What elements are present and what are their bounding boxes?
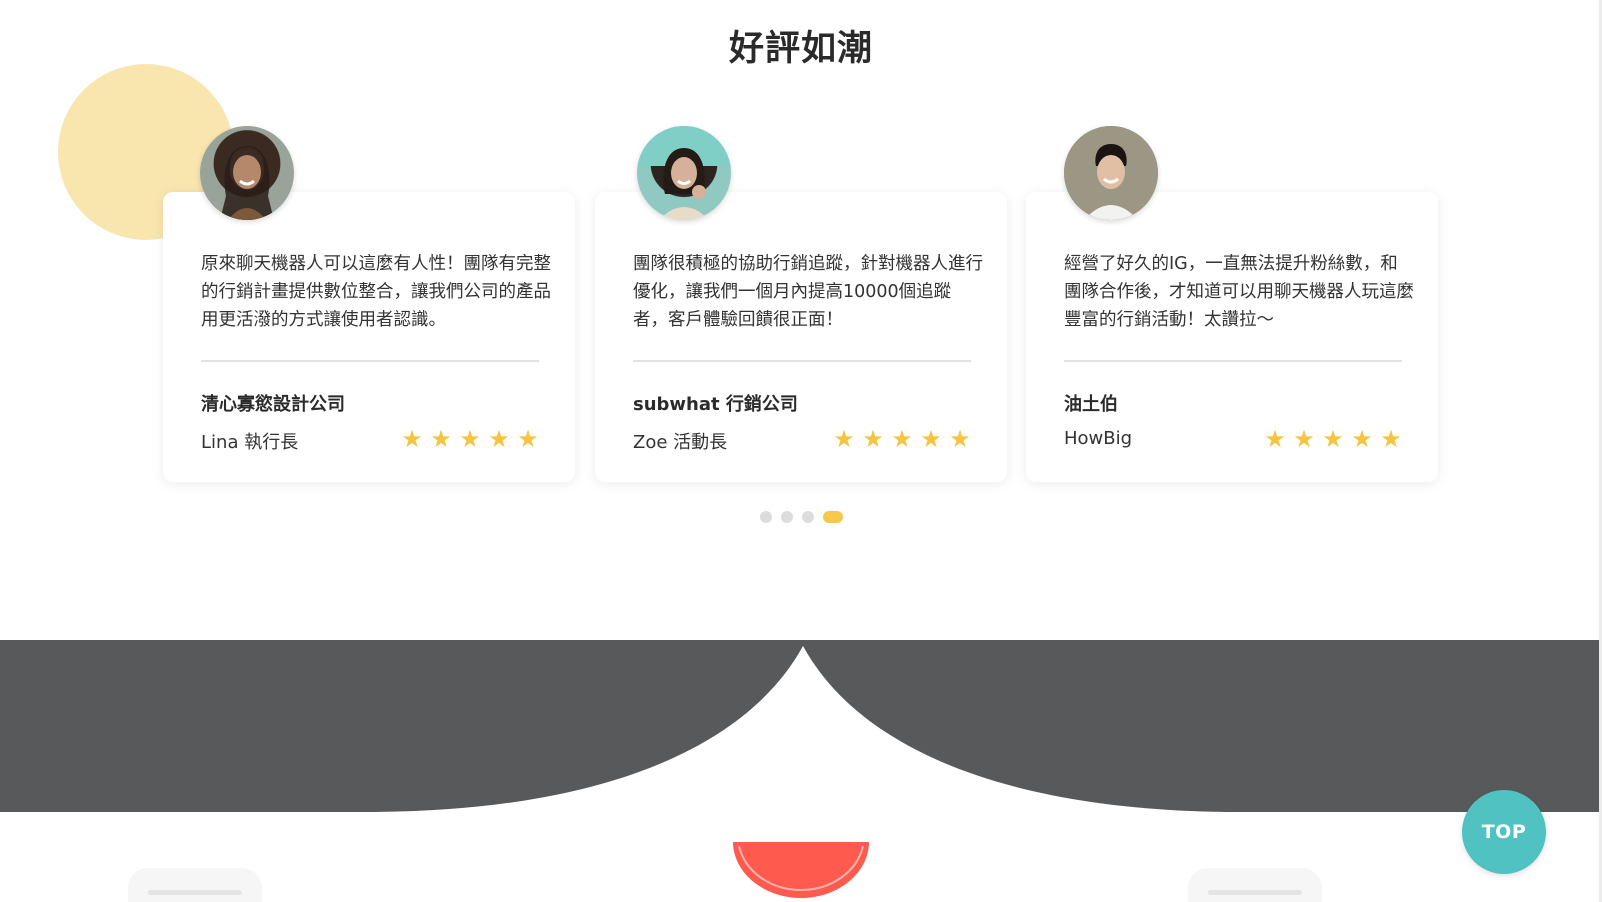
star-icon: ★ — [949, 425, 971, 453]
testimonial-card: 團隊很積極的協助行銷追蹤，針對機器人進行優化，讓我們一個月內提高10000個追蹤… — [595, 192, 1007, 482]
star-icon: ★ — [1322, 425, 1344, 453]
partial-card — [1188, 868, 1322, 902]
placeholder-bar — [148, 890, 242, 895]
carousel-pagination — [0, 511, 1602, 523]
testimonial-quote: 團隊很積極的協助行銷追蹤，針對機器人進行優化，讓我們一個月內提高10000個追蹤… — [633, 254, 983, 330]
star-icon: ★ — [459, 425, 481, 453]
carousel-dot[interactable] — [780, 511, 793, 523]
divider — [1064, 360, 1402, 362]
page: 好評如潮 原來聊天機器人可以這麼有人性！團隊有完整的行銷計畫提供數位整合，讓我們… — [0, 0, 1602, 902]
star-icon: ★ — [1351, 425, 1373, 453]
back-to-top-button[interactable]: TOP — [1462, 790, 1546, 874]
testimonial-person: Lina 執行長 — [201, 432, 299, 453]
section-title: 好評如潮 — [728, 29, 873, 69]
avatar — [637, 126, 731, 220]
testimonial-person: Zoe 活動長 — [633, 432, 728, 453]
dark-wave-band — [0, 640, 1602, 812]
placeholder-bar — [1208, 890, 1302, 895]
carousel-dot[interactable] — [759, 511, 772, 523]
avatar — [200, 126, 294, 220]
rating-stars: ★ ★ ★ ★ ★ — [833, 425, 971, 453]
avatar — [1064, 126, 1158, 220]
rating-stars: ★ ★ ★ ★ ★ — [401, 425, 539, 453]
carousel-dot[interactable] — [822, 511, 843, 523]
testimonial-quote: 經營了好久的IG，一直無法提升粉絲數，和團隊合作後，才知道可以用聊天機器人玩這麼… — [1064, 254, 1414, 330]
star-icon: ★ — [862, 425, 884, 453]
testimonial-company: subwhat 行銷公司 — [633, 394, 798, 415]
testimonial-person: HowBig — [1064, 428, 1133, 449]
star-icon: ★ — [430, 425, 452, 453]
rating-stars: ★ ★ ★ ★ ★ — [1264, 425, 1402, 453]
star-icon: ★ — [1380, 425, 1402, 453]
divider — [633, 360, 971, 362]
testimonial-card: 原來聊天機器人可以這麼有人性！團隊有完整的行銷計畫提供數位整合，讓我們公司的產品… — [163, 192, 575, 482]
divider — [201, 360, 539, 362]
partial-card — [128, 868, 262, 902]
star-icon: ★ — [517, 425, 539, 453]
star-icon: ★ — [1264, 425, 1286, 453]
testimonial-company: 清心寡慾設計公司 — [201, 394, 345, 415]
star-icon: ★ — [833, 425, 855, 453]
star-icon: ★ — [401, 425, 423, 453]
red-half-circle — [733, 842, 869, 898]
testimonial-quote: 原來聊天機器人可以這麼有人性！團隊有完整的行銷計畫提供數位整合，讓我們公司的產品… — [201, 254, 551, 330]
testimonial-company: 油土伯 — [1064, 394, 1118, 415]
testimonial-card: 經營了好久的IG，一直無法提升粉絲數，和團隊合作後，才知道可以用聊天機器人玩這麼… — [1026, 192, 1438, 482]
star-icon: ★ — [1293, 425, 1315, 453]
star-icon: ★ — [920, 425, 942, 453]
star-icon: ★ — [488, 425, 510, 453]
star-icon: ★ — [891, 425, 913, 453]
carousel-dot[interactable] — [801, 511, 814, 523]
